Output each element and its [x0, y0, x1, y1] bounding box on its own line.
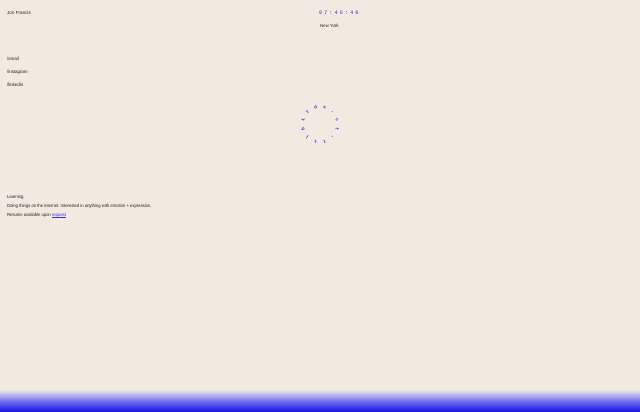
- ring-letter: b: [300, 126, 307, 130]
- bottom-gradient-band: [0, 390, 640, 412]
- ring-letter: c: [333, 118, 339, 122]
- bio-line-interests: Doing things on the internet. Interested…: [7, 203, 152, 209]
- resume-request-link[interactable]: request: [52, 212, 66, 217]
- bio-section: Learning. Doing things on the internet. …: [7, 194, 151, 222]
- social-links: /email /instagram /linkedin: [7, 56, 28, 96]
- bio-line-learning: Learning.: [7, 194, 25, 199]
- city-label: New York: [320, 23, 339, 28]
- email-link[interactable]: /email: [7, 56, 28, 61]
- ring-letter: l: [305, 133, 311, 139]
- ring-letter: t: [305, 109, 311, 115]
- ring-letter: t: [333, 126, 340, 130]
- ring-letter: i: [300, 117, 307, 121]
- clock: 07:46:40: [319, 10, 361, 16]
- instagram-link[interactable]: /instagram: [7, 69, 28, 74]
- ring-letter: -: [329, 133, 335, 139]
- resume-text: Resume available upon: [7, 212, 51, 218]
- ring-letter: l: [322, 137, 326, 144]
- ring-letter: s: [322, 105, 326, 111]
- linkedin-link[interactable]: /linkedin: [7, 82, 28, 87]
- site-owner-name: Jon Francis: [7, 10, 31, 15]
- ring-letter: t: [313, 137, 317, 144]
- bio-line-resume: Resume available upon request: [7, 212, 151, 217]
- ring-letter: -: [329, 109, 335, 115]
- ring-letter: d: [313, 104, 317, 111]
- rotating-text-ring: d s-ct-ltlbit: [300, 104, 340, 144]
